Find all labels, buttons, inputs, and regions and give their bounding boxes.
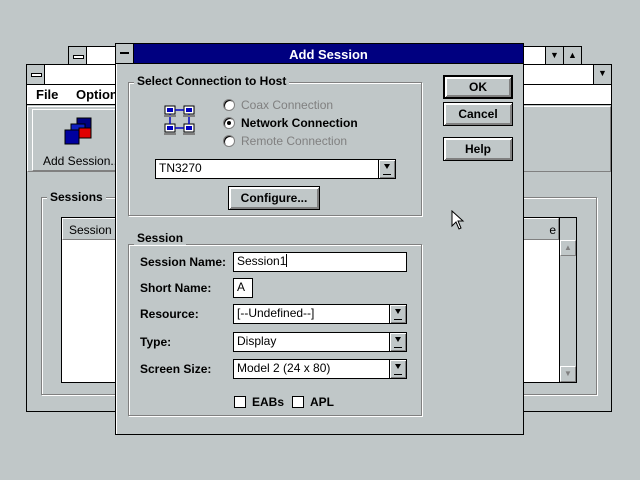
short-name-label: Short Name: <box>140 281 212 295</box>
column-right: e <box>549 223 556 237</box>
add-session-label: Add Session... <box>43 154 121 168</box>
screen-size-value: Model 2 (24 x 80) <box>237 361 331 375</box>
network-connection-radio[interactable] <box>223 117 235 129</box>
resource-dropdown-icon[interactable] <box>389 305 406 323</box>
dialog-system-menu[interactable] <box>116 44 134 63</box>
add-session-toolbar-button[interactable]: Add Session... <box>32 109 120 171</box>
coax-connection-label: Coax Connection <box>241 98 334 112</box>
connection-group-title: Select Connection to Host <box>134 74 290 88</box>
apl-checkbox[interactable] <box>292 396 304 408</box>
coax-connection-radio[interactable] <box>223 99 235 111</box>
cancel-button[interactable]: Cancel <box>443 102 513 126</box>
eabs-checkbox[interactable] <box>234 396 246 408</box>
menu-file[interactable]: File <box>36 87 58 102</box>
type-label: Type: <box>140 335 172 349</box>
network-connection-label: Network Connection <box>241 116 358 130</box>
dialog-title: Add Session <box>289 47 368 62</box>
network-computers-icon <box>162 102 200 140</box>
ok-button[interactable]: OK <box>443 75 513 99</box>
protocol-dropdown-icon[interactable] <box>378 160 395 178</box>
add-session-dialog: Add Session Select Connection to Host Co… <box>115 43 524 435</box>
remote-connection-radio[interactable] <box>223 135 235 147</box>
add-session-icon <box>64 117 92 145</box>
sessions-group-title: Sessions <box>47 190 106 204</box>
remote-connection-label: Remote Connection <box>241 134 348 148</box>
type-combo[interactable]: Display <box>233 332 407 352</box>
session-name-label: Session Name: <box>140 255 227 269</box>
sessions-list-scrollbar[interactable]: ▲ ▼ <box>559 218 576 382</box>
scroll-up-button[interactable]: ▲ <box>560 240 576 256</box>
main-system-menu[interactable] <box>27 65 45 84</box>
dialog-title-bar: Add Session <box>116 44 523 64</box>
type-value: Display <box>237 334 277 348</box>
short-name-input[interactable]: A <box>233 278 253 298</box>
text-cursor <box>286 254 288 267</box>
help-button[interactable]: Help <box>443 137 513 161</box>
session-name-input[interactable]: Session1 <box>233 252 407 272</box>
configure-button[interactable]: Configure... <box>228 186 320 210</box>
resource-combo[interactable]: [--Undefined--] <box>233 304 407 324</box>
session-group-title: Session <box>134 231 187 245</box>
resource-label: Resource: <box>140 307 199 321</box>
eabs-label: EABs <box>252 395 285 409</box>
screen-size-label: Screen Size: <box>140 362 212 376</box>
protocol-combo[interactable]: TN3270 <box>155 159 396 179</box>
mouse-pointer-icon <box>451 210 465 230</box>
scroll-down-button[interactable]: ▼ <box>560 366 576 382</box>
resource-value: [--Undefined--] <box>237 306 315 320</box>
menu-options[interactable]: Option <box>76 87 118 102</box>
screen-size-dropdown-icon[interactable] <box>389 360 406 378</box>
type-dropdown-icon[interactable] <box>389 333 406 351</box>
main-restore-button[interactable]: ▼ <box>593 65 611 84</box>
protocol-value: TN3270 <box>159 161 202 175</box>
apl-label: APL <box>310 395 334 409</box>
screen-size-combo[interactable]: Model 2 (24 x 80) <box>233 359 407 379</box>
